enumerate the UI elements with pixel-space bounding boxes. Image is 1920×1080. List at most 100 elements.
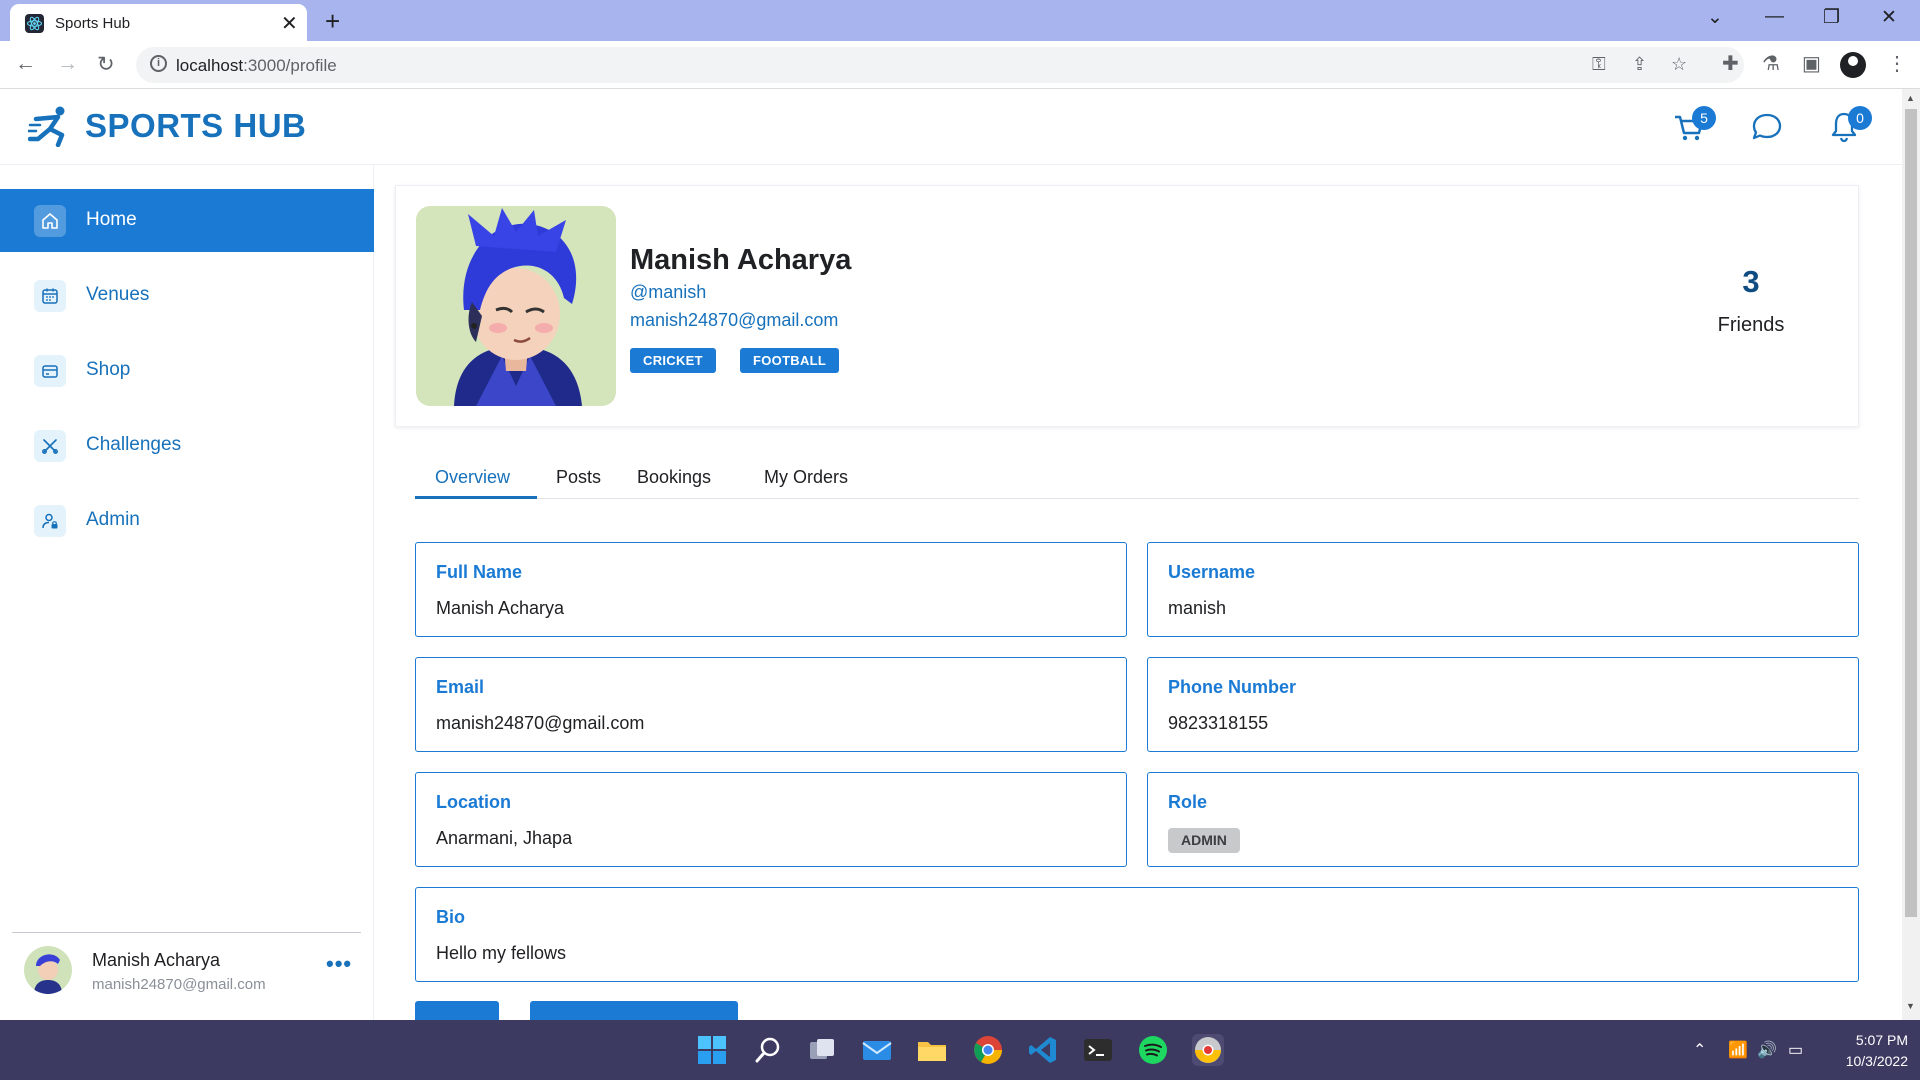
field-label: Full Name bbox=[436, 562, 523, 582]
field-value: manish24870@gmail.com bbox=[436, 713, 645, 733]
maximize-icon[interactable]: ❐ bbox=[1823, 6, 1840, 29]
location-field: Location Anarmani, Jhapa bbox=[415, 772, 1127, 867]
sidebar-item-shop[interactable]: Shop bbox=[0, 339, 374, 402]
profile-handle: @manish bbox=[630, 282, 707, 302]
field-label: Role bbox=[1168, 792, 1208, 812]
chrome-icon[interactable] bbox=[972, 1034, 1004, 1066]
field-label: Username bbox=[1168, 562, 1256, 582]
new-tab-icon[interactable]: + bbox=[325, 6, 340, 37]
browser-menu-icon[interactable]: ⋮ bbox=[1887, 51, 1907, 76]
scroll-down-icon[interactable]: ▼ bbox=[1906, 1001, 1915, 1011]
mail-icon[interactable] bbox=[861, 1034, 893, 1066]
field-label: Email bbox=[436, 677, 485, 697]
sidebar-item-label: Challenges bbox=[86, 434, 182, 455]
tab-overview[interactable]: Overview bbox=[435, 467, 510, 488]
role-badge: ADMIN bbox=[1168, 828, 1240, 853]
tray-overflow-icon[interactable]: ⌃ bbox=[1693, 1040, 1706, 1060]
sidebar-item-label: Admin bbox=[86, 509, 140, 530]
tab-my-orders[interactable]: My Orders bbox=[764, 467, 848, 488]
bookmark-star-icon[interactable]: ☆ bbox=[1671, 54, 1687, 75]
sidebar-item-challenges[interactable]: Challenges bbox=[0, 414, 374, 477]
tab-bookings[interactable]: Bookings bbox=[637, 467, 711, 488]
taskbar-time[interactable]: 5:07 PM bbox=[1838, 1032, 1908, 1048]
field-label: Bio bbox=[436, 907, 465, 927]
tab-search-chevron-icon[interactable]: ⌄ bbox=[1707, 6, 1723, 29]
calendar-icon bbox=[34, 280, 66, 312]
friends-label[interactable]: Friends bbox=[1686, 314, 1816, 337]
key-icon[interactable]: ⚿ bbox=[1592, 54, 1606, 75]
more-options-icon[interactable]: ••• bbox=[326, 951, 352, 977]
sidebar: Home Venues Shop Challenges Admin Manish… bbox=[0, 165, 374, 1020]
profile-tabs: Overview Posts Bookings My Orders bbox=[415, 455, 1859, 499]
phone-field: Phone Number 9823318155 bbox=[1147, 657, 1859, 752]
sidebar-item-venues[interactable]: Venues bbox=[0, 264, 374, 327]
url-host: localhost bbox=[176, 56, 244, 75]
reload-icon[interactable]: ↻ bbox=[97, 52, 115, 77]
sidebar-item-home[interactable]: Home bbox=[0, 189, 374, 252]
spotify-icon[interactable] bbox=[1137, 1034, 1169, 1066]
url-path: :3000/profile bbox=[243, 56, 337, 75]
edit-button[interactable] bbox=[415, 1001, 499, 1020]
chrome-dev-icon[interactable] bbox=[1192, 1034, 1224, 1066]
react-favicon-icon bbox=[25, 14, 44, 33]
side-panel-icon[interactable]: ▣ bbox=[1802, 51, 1821, 76]
change-password-button[interactable] bbox=[530, 1001, 738, 1020]
close-window-icon[interactable]: ✕ bbox=[1881, 6, 1897, 29]
sidebar-user-name: Manish Acharya bbox=[92, 950, 221, 970]
notification-badge: 0 bbox=[1848, 106, 1872, 130]
field-label: Location bbox=[436, 792, 511, 812]
vscode-icon[interactable] bbox=[1027, 1034, 1059, 1066]
field-value: Hello my fellows bbox=[436, 943, 567, 963]
file-explorer-icon[interactable] bbox=[916, 1034, 948, 1066]
active-tab-indicator bbox=[415, 496, 537, 499]
browser-profile-icon[interactable] bbox=[1840, 52, 1866, 78]
minimize-icon[interactable]: — bbox=[1765, 6, 1784, 28]
battery-icon[interactable]: ▭ bbox=[1788, 1040, 1803, 1060]
field-value: Manish Acharya bbox=[436, 598, 565, 618]
windows-taskbar: ⌃ 📶 🔊 ▭ 5:07 PM 10/3/2022 bbox=[0, 1020, 1920, 1080]
full-name-field: Full Name Manish Acharya bbox=[415, 542, 1127, 637]
tab-close-icon[interactable]: ✕ bbox=[281, 11, 298, 36]
sport-tag: CRICKET bbox=[630, 348, 716, 373]
browser-tab[interactable]: Sports Hub ✕ bbox=[10, 4, 307, 41]
scroll-up-icon[interactable]: ▲ bbox=[1906, 93, 1915, 103]
browser-toolbar: ← → ↻ i localhost:3000/profile ⚿ ⇪ ☆ ✚ ⚗… bbox=[0, 41, 1920, 89]
volume-icon[interactable]: 🔊 bbox=[1757, 1040, 1777, 1060]
sidebar-divider bbox=[12, 932, 361, 933]
task-view-icon[interactable] bbox=[806, 1034, 838, 1066]
profile-avatar bbox=[416, 206, 616, 406]
forward-icon[interactable]: → bbox=[57, 52, 78, 76]
search-icon[interactable] bbox=[752, 1034, 784, 1066]
share-icon[interactable]: ⇪ bbox=[1632, 54, 1647, 75]
avatar[interactable] bbox=[24, 946, 72, 994]
email-field: Email manish24870@gmail.com bbox=[415, 657, 1127, 752]
sidebar-item-admin[interactable]: Admin bbox=[0, 489, 374, 552]
app-logo-text[interactable]: SPORTS HUB bbox=[85, 107, 306, 145]
sidebar-item-label: Shop bbox=[86, 359, 131, 380]
site-info-icon[interactable]: i bbox=[150, 55, 167, 72]
scrollbar-thumb[interactable] bbox=[1905, 109, 1917, 917]
chat-icon[interactable] bbox=[1749, 109, 1785, 145]
page-scrollbar[interactable]: ▲ ▼ bbox=[1902, 89, 1920, 1020]
app-header: SPORTS HUB 5 0 bbox=[0, 89, 1902, 165]
field-label: Phone Number bbox=[1168, 677, 1297, 697]
flask-icon[interactable]: ⚗ bbox=[1762, 51, 1780, 76]
taskbar-date[interactable]: 10/3/2022 bbox=[1818, 1053, 1908, 1069]
user-lock-icon bbox=[34, 505, 66, 537]
home-icon bbox=[34, 205, 66, 237]
field-value: manish bbox=[1168, 598, 1227, 618]
tab-title: Sports Hub bbox=[55, 15, 131, 32]
windows-start-icon[interactable] bbox=[696, 1034, 728, 1066]
browser-tab-strip: Sports Hub ✕ + ⌄ — ❐ ✕ bbox=[0, 0, 1920, 41]
address-bar[interactable]: i localhost:3000/profile ⚿ ⇪ ☆ bbox=[136, 47, 1744, 83]
tab-posts[interactable]: Posts bbox=[556, 467, 601, 488]
terminal-icon[interactable] bbox=[1082, 1034, 1114, 1066]
friends-count[interactable]: 3 bbox=[1701, 264, 1801, 300]
back-icon[interactable]: ← bbox=[15, 52, 36, 76]
extensions-icon[interactable]: ✚ bbox=[1722, 51, 1739, 76]
card-icon bbox=[34, 355, 66, 387]
role-field: Role ADMIN bbox=[1147, 772, 1859, 867]
url-text: localhost:3000/profile bbox=[176, 56, 337, 76]
runner-logo-icon bbox=[28, 106, 65, 147]
wifi-icon[interactable]: 📶 bbox=[1728, 1040, 1748, 1060]
